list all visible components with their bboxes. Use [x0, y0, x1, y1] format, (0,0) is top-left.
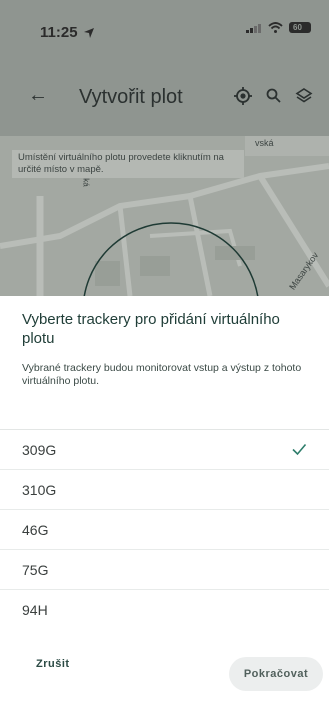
map-hint-text: Umístění virtuálního plotu provedete kli…: [12, 150, 244, 178]
tracker-row[interactable]: 94H: [0, 590, 329, 629]
tracker-name: 310G: [22, 481, 57, 498]
signal-icon: [246, 23, 261, 33]
map-view[interactable]: vská ská Masarykov Umístění virtuálního …: [0, 136, 329, 296]
search-icon[interactable]: [265, 86, 283, 106]
checkmark-icon: [292, 443, 307, 456]
layers-icon[interactable]: [295, 86, 313, 106]
tracker-row[interactable]: 310G: [0, 470, 329, 510]
sheet-title: Vyberte trackery pro přidání virtuálního…: [22, 311, 280, 347]
app-bar: ← Vytvořit plot: [0, 70, 329, 126]
tracker-name: 75G: [22, 561, 49, 578]
back-arrow-icon[interactable]: ←: [28, 84, 48, 107]
dimmed-background: 11:25 60 ← Vytvořit plot vská ská Masary…: [0, 0, 329, 296]
tracker-name: 94H: [22, 601, 48, 618]
tracker-name: 309G: [22, 441, 57, 458]
sheet-description: Vybrané trackery budou monitorovat vstup…: [22, 362, 302, 387]
cancel-button[interactable]: Zrušit: [36, 658, 70, 670]
tracker-selection-sheet: Vyberte trackery pro přidání virtuálního…: [0, 296, 329, 709]
tracker-list: 309G 310G 46G 75G 94H: [0, 430, 329, 629]
map-street-label: vská: [255, 138, 274, 148]
my-location-icon[interactable]: [233, 86, 253, 106]
location-arrow-icon: [84, 28, 94, 38]
tracker-row[interactable]: 309G: [0, 430, 329, 470]
continue-button[interactable]: Pokračovat: [229, 657, 323, 691]
wifi-icon: [268, 22, 283, 33]
page-title: Vytvořit plot: [79, 86, 183, 108]
tracker-row[interactable]: 46G: [0, 510, 329, 550]
tracker-name: 46G: [22, 521, 49, 538]
battery-icon: 60: [289, 22, 311, 33]
status-bar: 11:25 60: [0, 0, 329, 60]
tracker-row[interactable]: 75G: [0, 550, 329, 590]
battery-level: 60: [293, 23, 302, 32]
status-time: 11:25: [40, 24, 78, 41]
